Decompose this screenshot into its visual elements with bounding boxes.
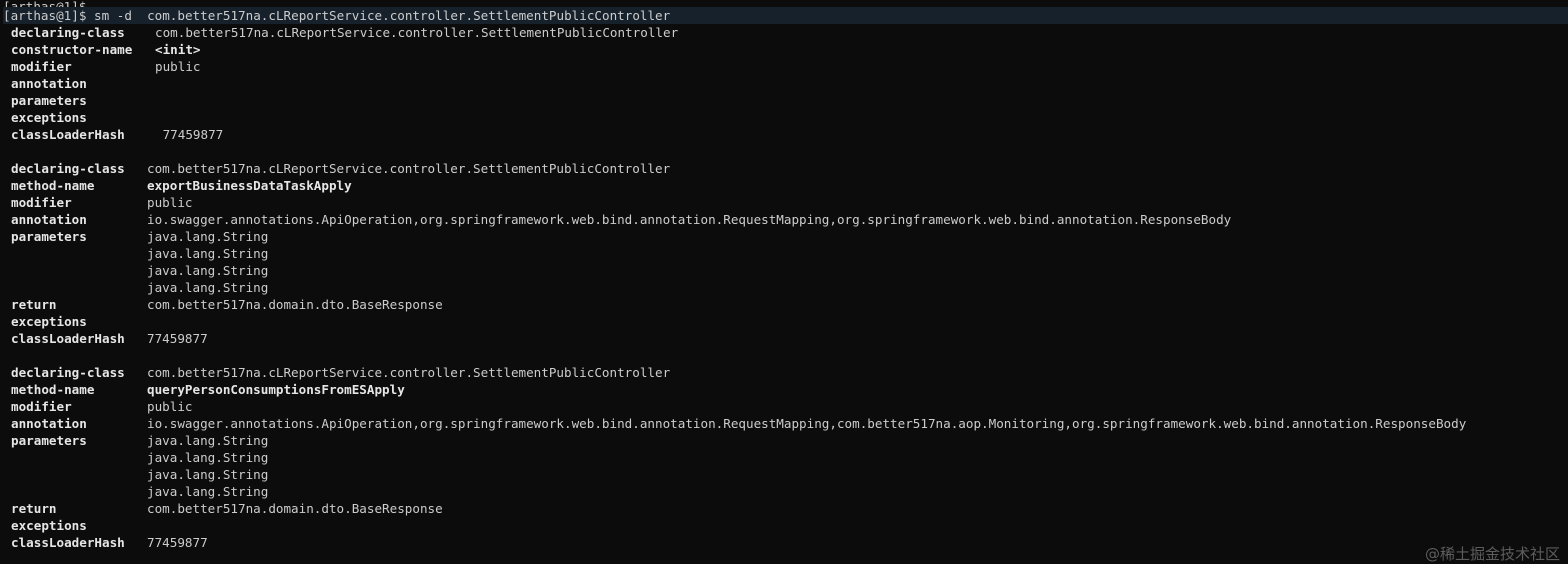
command-line: [arthas@1]$ sm -d com.better517na.cLRepo… <box>3 7 1568 24</box>
field-key: declaring-class <box>11 25 125 40</box>
field-value: 77459877 <box>155 127 224 142</box>
field-key: parameters <box>11 433 87 448</box>
field-key: declaring-class <box>11 161 125 176</box>
method-info-block: declaring-class com.better517na.cLReportS… <box>3 24 1568 143</box>
output-row: java.lang.String <box>3 279 1568 296</box>
output-row: declaring-class com.better517na.cLReportS… <box>3 364 1568 381</box>
field-value: com.better517na.cLReportService.controll… <box>155 25 679 40</box>
field-value: java.lang.String <box>147 450 269 465</box>
field-value: <init> <box>155 42 201 57</box>
output-row: return com.better517na.domain.dto.BaseRes… <box>3 296 1568 313</box>
field-key: method-name <box>11 382 95 397</box>
field-key: classLoaderHash <box>11 127 125 142</box>
output-row: modifier public <box>3 398 1568 415</box>
field-key: parameters <box>11 93 87 108</box>
field-key: annotation <box>11 76 87 91</box>
field-value: public <box>155 59 201 74</box>
field-key: return <box>11 501 57 516</box>
method-info-block: declaring-class com.better517na.cLReportS… <box>3 364 1568 551</box>
field-key: modifier <box>11 59 72 74</box>
output-row: modifier public <box>3 194 1568 211</box>
field-value: com.better517na.cLReportService.controll… <box>147 365 671 380</box>
field-value: java.lang.String <box>147 229 269 244</box>
output-row: classLoaderHash 77459877 <box>3 534 1568 551</box>
field-value: java.lang.String <box>147 484 269 499</box>
output-row: java.lang.String <box>3 245 1568 262</box>
field-key: return <box>11 297 57 312</box>
field-value: java.lang.String <box>147 467 269 482</box>
output-row: return com.better517na.domain.dto.BaseRes… <box>3 500 1568 517</box>
field-key: exceptions <box>11 314 87 329</box>
field-key: method-name <box>11 178 95 193</box>
field-value: public <box>147 399 193 414</box>
command-text: sm -d com.better517na.cLReportService.co… <box>86 8 671 23</box>
field-value: 77459877 <box>147 535 208 550</box>
field-value: public <box>147 195 193 210</box>
field-key: classLoaderHash <box>11 535 125 550</box>
field-value: io.swagger.annotations.ApiOperation,org.… <box>147 416 1467 431</box>
field-key: annotation <box>11 212 87 227</box>
output-row: exceptions <box>3 517 1568 534</box>
output-row: parameters java.lang.String <box>3 432 1568 449</box>
field-value: java.lang.String <box>147 280 269 295</box>
watermark: @稀土掘金技术社区 <box>1424 545 1560 563</box>
output-row: parameters java.lang.String <box>3 228 1568 245</box>
output-row: java.lang.String <box>3 262 1568 279</box>
field-key: exceptions <box>11 518 87 533</box>
output-row: classLoaderHash 77459877 <box>3 330 1568 347</box>
field-key: classLoaderHash <box>11 331 125 346</box>
method-info-block: declaring-class com.better517na.cLReportS… <box>3 160 1568 347</box>
command-output: declaring-class com.better517na.cLReportS… <box>3 24 1568 551</box>
field-value: com.better517na.domain.dto.BaseResponse <box>147 501 443 516</box>
output-row: java.lang.String <box>3 483 1568 500</box>
field-value: 77459877 <box>147 331 208 346</box>
field-key: annotation <box>11 416 87 431</box>
field-key: exceptions <box>11 110 87 125</box>
output-row: annotation io.swagger.annotations.ApiOper… <box>3 211 1568 228</box>
field-value: queryPersonConsumptionsFromESApply <box>147 382 405 397</box>
output-row: parameters <box>3 92 1568 109</box>
output-row: declaring-class com.better517na.cLReportS… <box>3 160 1568 177</box>
output-row: declaring-class com.better517na.cLReportS… <box>3 24 1568 41</box>
output-row: exceptions <box>3 313 1568 330</box>
output-row: exceptions <box>3 109 1568 126</box>
output-row: method-name queryPersonConsumptionsFromES… <box>3 381 1568 398</box>
output-row: method-name exportBusinessDataTaskApply <box>3 177 1568 194</box>
field-value: io.swagger.annotations.ApiOperation,org.… <box>147 212 1232 227</box>
output-row: modifier public <box>3 58 1568 75</box>
output-row: java.lang.String <box>3 466 1568 483</box>
output-row: constructor-name <init> <box>3 41 1568 58</box>
field-value: com.better517na.cLReportService.controll… <box>147 161 671 176</box>
terminal-window[interactable]: [arthas@1]$ [arthas@1]$ sm -d com.better… <box>0 0 1568 564</box>
field-key: parameters <box>11 229 87 244</box>
output-row: java.lang.String <box>3 449 1568 466</box>
field-value: java.lang.String <box>147 433 269 448</box>
field-key: modifier <box>11 195 72 210</box>
output-row: classLoaderHash 77459877 <box>3 126 1568 143</box>
shell-prompt: [arthas@1]$ <box>3 8 87 23</box>
field-key: constructor-name <box>11 42 133 57</box>
field-value: exportBusinessDataTaskApply <box>147 178 352 193</box>
field-key: modifier <box>11 399 72 414</box>
field-value: com.better517na.domain.dto.BaseResponse <box>147 297 443 312</box>
field-key: declaring-class <box>11 365 125 380</box>
output-row: annotation io.swagger.annotations.ApiOper… <box>3 415 1568 432</box>
field-value: java.lang.String <box>147 246 269 261</box>
field-value: java.lang.String <box>147 263 269 278</box>
output-row: annotation <box>3 75 1568 92</box>
